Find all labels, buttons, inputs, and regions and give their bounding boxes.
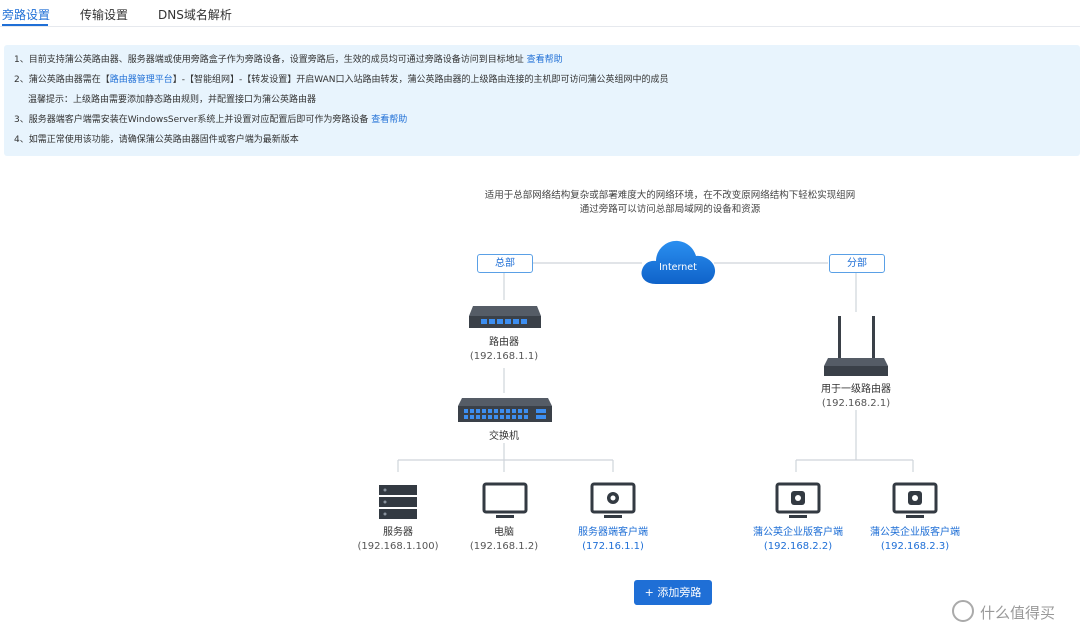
branch-router-icon — [824, 316, 888, 376]
router-label: 路由器 (192.168.1.1) — [454, 336, 554, 364]
enterprise-client-2-icon — [892, 482, 938, 518]
switch-icon — [458, 398, 552, 422]
enterprise-client-1-ip: (192.168.2.2) — [763, 541, 833, 552]
branch-router-name: 用于一级路由器 — [821, 384, 891, 395]
server-ip: (192.168.1.100) — [357, 541, 439, 552]
add-bypass-button[interactable]: + 添加旁路 — [634, 580, 712, 605]
enterprise-client-2-name: 蒲公英企业版客户端 — [870, 527, 960, 538]
enterprise-client-1-icon — [775, 482, 821, 518]
branch-label: 分部 — [829, 254, 885, 273]
server-label: 服务器 (192.168.1.100) — [348, 526, 448, 554]
server-client-label: 服务器端客户端 (172.16.1.1) — [553, 526, 673, 554]
server-name: 服务器 — [383, 527, 413, 538]
enterprise-client-1-name: 蒲公英企业版客户端 — [753, 527, 843, 538]
server-icon — [379, 485, 417, 519]
hq-label: 总部 — [477, 254, 533, 273]
pc-label: 电脑 (192.168.1.2) — [454, 526, 554, 554]
enterprise-client-2-label: 蒲公英企业版客户端 (192.168.2.3) — [855, 526, 975, 554]
internet-cloud-icon — [641, 240, 716, 284]
pc-ip: (192.168.1.2) — [469, 541, 539, 552]
switch-label: 交换机 — [489, 431, 519, 442]
branch-router-ip: (192.168.2.1) — [821, 398, 891, 409]
router-ip: (192.168.1.1) — [469, 351, 539, 362]
server-client-name: 服务器端客户端 — [578, 527, 648, 538]
client-monitor-icon — [590, 482, 636, 518]
router-name: 路由器 — [489, 337, 519, 348]
enterprise-client-2-ip: (192.168.2.3) — [880, 541, 950, 552]
monitor-icon — [482, 482, 528, 518]
server-client-ip: (172.16.1.1) — [582, 541, 644, 552]
internet-label: Internet — [659, 262, 697, 273]
watermark-text: 什么值得买 — [980, 604, 1056, 622]
branch-router-label: 用于一级路由器 (192.168.2.1) — [796, 383, 916, 411]
enterprise-client-1-label: 蒲公英企业版客户端 (192.168.2.2) — [738, 526, 858, 554]
router-icon — [469, 306, 541, 328]
watermark-logo-icon — [952, 600, 974, 622]
pc-name: 电脑 — [494, 527, 514, 538]
